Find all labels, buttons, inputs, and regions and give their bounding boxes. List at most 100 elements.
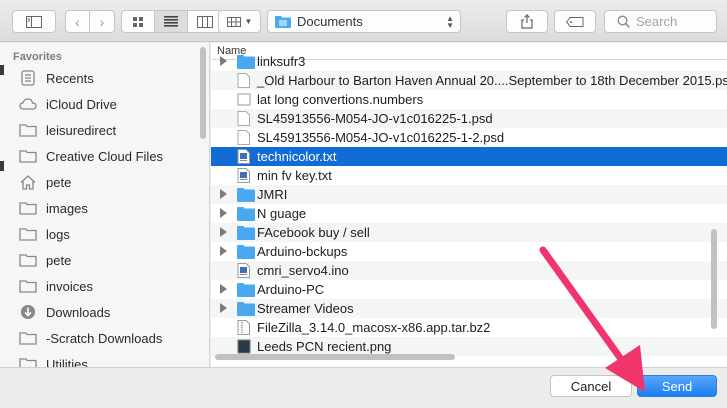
- icon-view-button[interactable]: [122, 11, 155, 32]
- sidebar-item-images[interactable]: images: [18, 196, 198, 220]
- disclosure-triangle-icon[interactable]: [220, 246, 227, 256]
- disclosure-triangle-icon[interactable]: [220, 284, 227, 294]
- list-view-button[interactable]: [155, 11, 188, 32]
- window-edge-mark: [0, 161, 4, 171]
- cancel-button[interactable]: Cancel: [550, 375, 632, 397]
- sidebar-item-label: pete: [46, 174, 72, 190]
- chevron-left-icon: ‹: [75, 13, 80, 30]
- search-input[interactable]: [636, 14, 716, 29]
- sidebar-item-logs[interactable]: logs: [18, 222, 198, 246]
- back-button[interactable]: ‹: [66, 11, 90, 32]
- recents-icon: [18, 68, 38, 88]
- file-row[interactable]: N guage: [211, 204, 727, 223]
- sidebar-item-invoices[interactable]: invoices: [18, 274, 198, 298]
- toolbar: ‹ › ▼ Documents ▲ ▼: [0, 0, 727, 42]
- file-name: N guage: [257, 206, 307, 221]
- share-button[interactable]: [506, 10, 548, 33]
- sidebar: Favorites Recents iCloud Drive leisuredi…: [0, 43, 210, 367]
- column-view-button[interactable]: [188, 11, 221, 32]
- location-label: Documents: [297, 14, 363, 29]
- file-list-horizontal-scrollbar[interactable]: [215, 354, 455, 360]
- downloads-icon: [18, 302, 38, 322]
- disclosure-triangle-icon[interactable]: [220, 303, 227, 313]
- file-name: lat long convertions.numbers: [257, 92, 424, 107]
- sidebar-item-pete-home[interactable]: pete: [18, 170, 198, 194]
- file-row[interactable]: SL45913556-M054-JO-v1c016225-1.psd: [211, 109, 727, 128]
- sidebar-item-scratch-downloads[interactable]: -Scratch Downloads: [18, 326, 198, 350]
- forward-button[interactable]: ›: [90, 11, 114, 32]
- sidebar-toggle-button[interactable]: [12, 10, 56, 33]
- document-icon: [237, 73, 255, 88]
- folder-icon: [18, 120, 38, 140]
- sidebar-item-creative-cloud-files[interactable]: Creative Cloud Files: [18, 144, 198, 168]
- document-icon: [237, 168, 255, 183]
- folder-icon: [237, 206, 255, 221]
- file-name: FileZilla_3.14.0_macosx-x86.app.tar.bz2: [257, 320, 491, 335]
- sidebar-item-label: logs: [46, 226, 70, 242]
- sidebar-item-downloads[interactable]: Downloads: [18, 300, 198, 324]
- file-name: JMRI: [257, 187, 288, 202]
- file-list: Name linksufr3 _Old Harbour to Barton Hav…: [211, 43, 727, 367]
- folder-icon: [18, 328, 38, 348]
- file-name: _Old Harbour to Barton Haven Annual 20..…: [257, 73, 727, 88]
- sidebar-item-pete-folder[interactable]: pete: [18, 248, 198, 272]
- sidebar-item-utilities[interactable]: Utilities: [18, 352, 198, 367]
- image-file-icon: [237, 339, 255, 354]
- file-row[interactable]: Arduino-PC: [211, 280, 727, 299]
- file-row[interactable]: _Old Harbour to Barton Haven Annual 20..…: [211, 71, 727, 90]
- folder-icon: [18, 354, 38, 367]
- history-nav: ‹ ›: [65, 10, 115, 33]
- share-icon: [521, 14, 533, 29]
- sidebar-item-recents[interactable]: Recents: [18, 66, 198, 90]
- file-row[interactable]: lat long convertions.numbers: [211, 90, 727, 109]
- sidebar-scrollbar[interactable]: [200, 47, 206, 139]
- sidebar-item-label: Creative Cloud Files: [46, 148, 164, 164]
- sidebar-item-leisuredirect[interactable]: leisuredirect: [18, 118, 198, 142]
- tag-icon: [566, 16, 584, 27]
- file-list-vertical-scrollbar[interactable]: [711, 229, 717, 329]
- file-name: SL45913556-M054-JO-v1c016225-1-2.psd: [257, 130, 505, 145]
- file-row[interactable]: FAcebook buy / sell: [211, 223, 727, 242]
- document-icon: [237, 320, 255, 335]
- file-name: FAcebook buy / sell: [257, 225, 370, 240]
- file-row[interactable]: FileZilla_3.14.0_macosx-x86.app.tar.bz2: [211, 318, 727, 337]
- disclosure-triangle-icon[interactable]: [220, 208, 227, 218]
- file-row[interactable]: min fv key.txt: [211, 166, 727, 185]
- file-name: Streamer Videos: [257, 301, 354, 316]
- file-row[interactable]: cmri_servo4.ino: [211, 261, 727, 280]
- file-row[interactable]: SL45913556-M054-JO-v1c016225-1-2.psd: [211, 128, 727, 147]
- file-row[interactable]: linksufr3: [211, 52, 727, 71]
- sidebar-item-label: iCloud Drive: [46, 96, 117, 112]
- sidebar-icon: [26, 15, 42, 28]
- disclosure-triangle-icon[interactable]: [220, 227, 227, 237]
- disclosure-triangle-icon[interactable]: [220, 189, 227, 199]
- document-icon: [237, 92, 255, 107]
- tag-button[interactable]: [554, 10, 596, 33]
- folder-icon: [18, 198, 38, 218]
- folder-icon: [237, 301, 255, 316]
- file-row[interactable]: technicolor.txt: [211, 147, 727, 166]
- file-name: Arduino-bckups: [257, 244, 348, 259]
- sidebar-item-label: -Scratch Downloads: [46, 330, 163, 346]
- file-row[interactable]: Streamer Videos: [211, 299, 727, 318]
- file-name: linksufr3: [257, 54, 306, 69]
- file-row[interactable]: JMRI: [211, 185, 727, 204]
- sidebar-item-icloud-drive[interactable]: iCloud Drive: [18, 92, 198, 116]
- file-row[interactable]: Arduino-bckups: [211, 242, 727, 261]
- document-icon: [237, 130, 255, 145]
- disclosure-triangle-icon[interactable]: [220, 56, 227, 66]
- arrange-button[interactable]: ▼: [218, 10, 261, 33]
- grid-icon: [133, 16, 143, 27]
- document-icon: [237, 111, 255, 126]
- file-name: Leeds PCN recient.png: [257, 339, 392, 354]
- sidebar-item-label: Utilities: [46, 356, 88, 368]
- send-button[interactable]: Send: [637, 375, 717, 397]
- home-icon: [18, 172, 38, 192]
- search-field[interactable]: [604, 10, 717, 33]
- folder-icon: [18, 224, 38, 244]
- columns-icon: [196, 15, 213, 28]
- sidebar-section-favorites: Favorites: [13, 51, 62, 63]
- cloud-icon: [18, 94, 38, 114]
- location-popup[interactable]: Documents ▲ ▼: [267, 10, 461, 33]
- folder-icon: [237, 244, 255, 259]
